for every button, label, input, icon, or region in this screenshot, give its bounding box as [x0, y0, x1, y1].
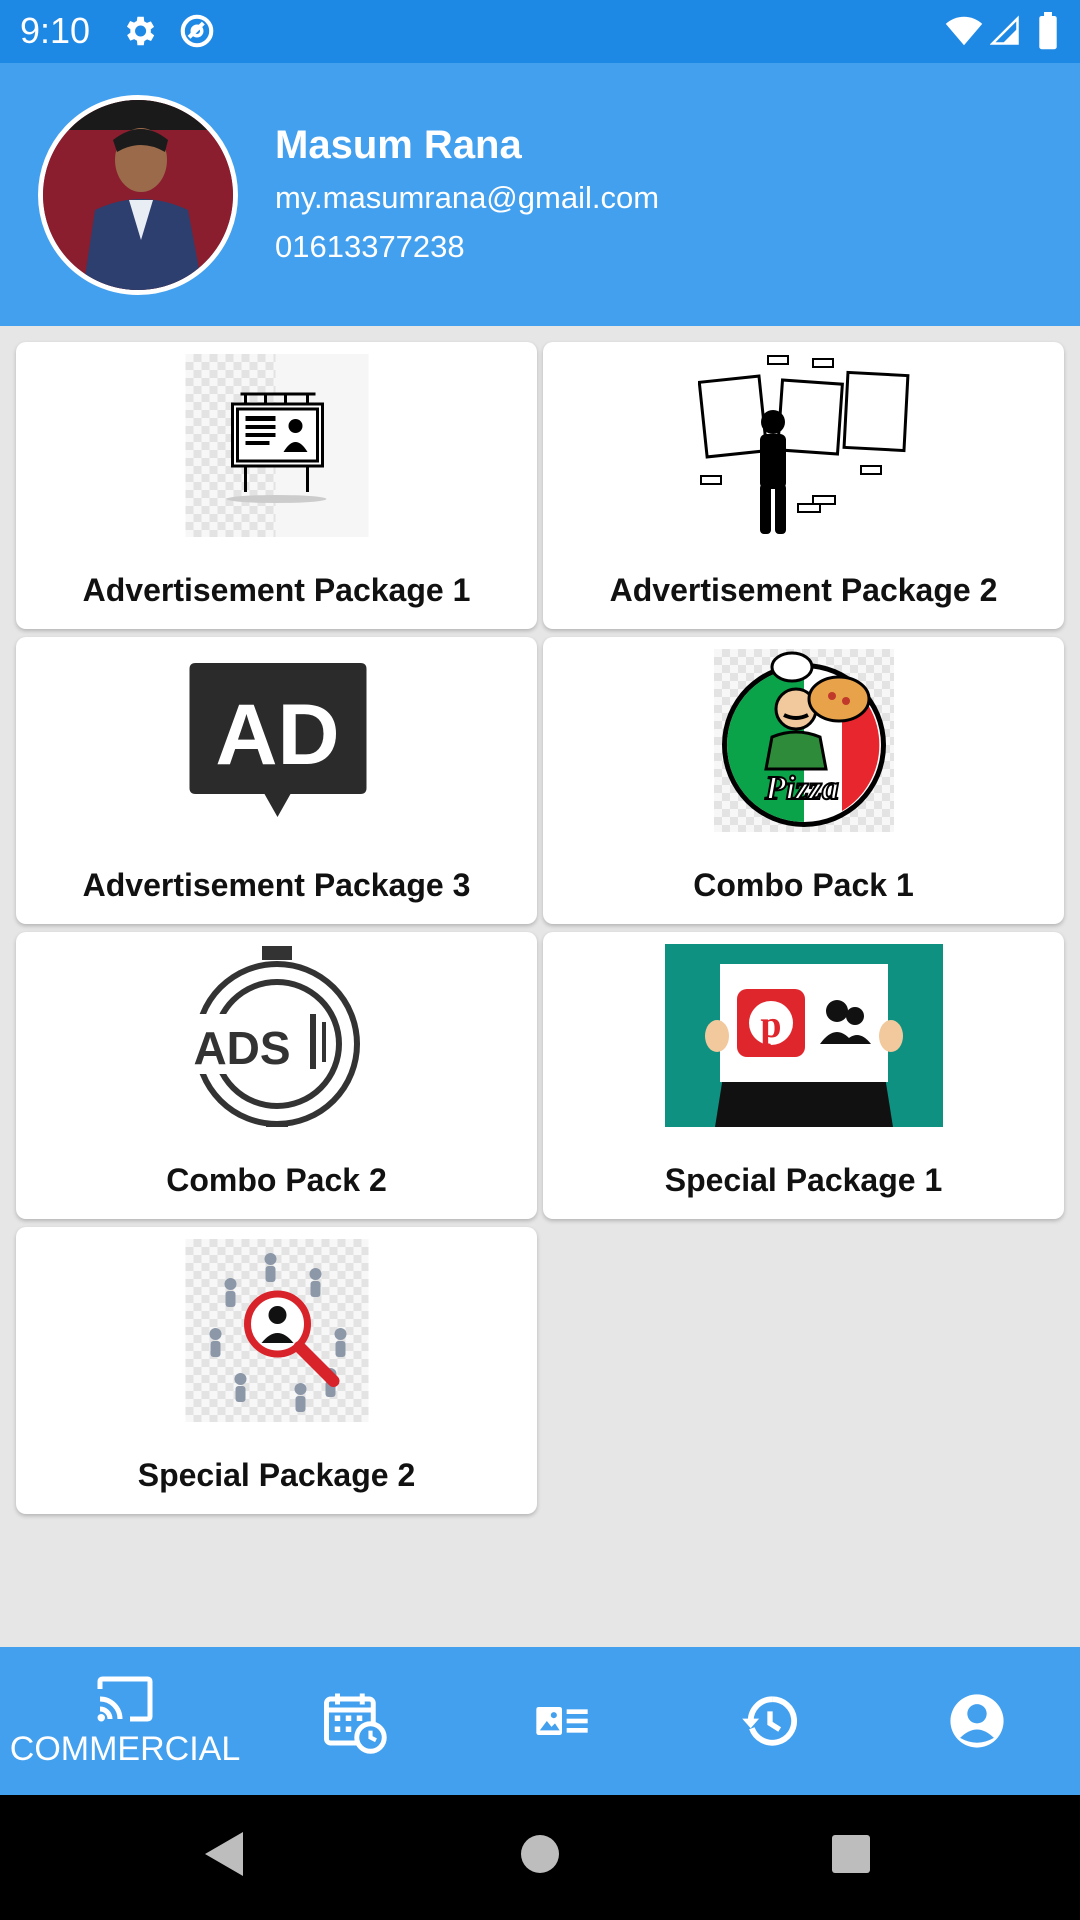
signal-icon: [990, 15, 1019, 45]
avatar[interactable]: [38, 95, 238, 295]
system-nav-bar: [0, 1795, 1080, 1920]
cast-icon: [97, 1676, 153, 1721]
nav-item-listings[interactable]: [458, 1647, 666, 1795]
profile-header: Masum Rana my.masumrana@gmail.com 016133…: [0, 63, 1080, 326]
package-label: Combo Pack 2: [166, 1162, 387, 1198]
svg-text:p: p: [760, 1004, 781, 1046]
svg-text:ADS: ADS: [193, 1022, 290, 1074]
package-card[interactable]: ADS Combo Pack 2: [16, 932, 537, 1219]
billboard-icon: [185, 354, 368, 537]
ads-target-icon: ADS: [191, 944, 362, 1127]
back-icon[interactable]: [203, 1830, 245, 1878]
package-label: Special Package 2: [137, 1457, 416, 1493]
package-card[interactable]: Advertisement Package 2: [543, 342, 1064, 629]
package-label: Special Package 1: [664, 1162, 943, 1198]
bottom-nav: COMMERCIAL: [0, 1647, 1080, 1795]
package-card[interactable]: p Special Package 1: [543, 932, 1064, 1219]
wifi-icon: [945, 16, 983, 46]
history-icon: [742, 1696, 798, 1746]
nav-item-calendar[interactable]: [250, 1647, 458, 1795]
ad-bubble-icon: AD: [185, 649, 368, 832]
svg-text:AD: AD: [215, 687, 339, 783]
package-card[interactable]: Pizza Combo Pack 1: [543, 637, 1064, 924]
nav-item-history[interactable]: [666, 1647, 874, 1795]
image-list-icon: [536, 1707, 588, 1735]
recents-icon[interactable]: [830, 1833, 872, 1875]
nav-label-commercial: COMMERCIAL: [9, 1729, 241, 1768]
status-time: 9:10: [20, 10, 91, 51]
sync-circle-icon: [180, 14, 214, 48]
profile-email: my.masumrana@gmail.com: [275, 180, 660, 215]
package-card[interactable]: AD Advertisement Package 3: [16, 637, 537, 924]
pizza-chef-icon: Pizza: [713, 649, 894, 832]
package-card[interactable]: Advertisement Package 1: [16, 342, 537, 629]
battery-icon: [1039, 12, 1057, 50]
package-card[interactable]: Special Package 2: [16, 1227, 537, 1514]
package-label: Advertisement Package 3: [82, 867, 471, 903]
people-search-icon: [185, 1239, 368, 1422]
nav-item-commercial[interactable]: COMMERCIAL: [0, 1647, 250, 1795]
pinterest-sign-icon: p: [664, 944, 943, 1127]
nav-item-account[interactable]: [874, 1647, 1080, 1795]
person-frames-icon: [697, 354, 910, 537]
package-label: Combo Pack 1: [693, 867, 914, 903]
calendar-clock-icon: [324, 1693, 387, 1754]
home-icon[interactable]: [519, 1833, 561, 1875]
settings-icon: [126, 16, 155, 46]
package-label: Advertisement Package 2: [609, 572, 998, 608]
account-circle-icon: [950, 1694, 1004, 1748]
profile-phone: 01613377238: [275, 229, 465, 264]
status-bar: 9:10: [0, 0, 1080, 63]
svg-text:Pizza: Pizza: [764, 770, 839, 807]
profile-name: Masum Rana: [275, 123, 522, 167]
package-label: Advertisement Package 1: [82, 572, 471, 608]
